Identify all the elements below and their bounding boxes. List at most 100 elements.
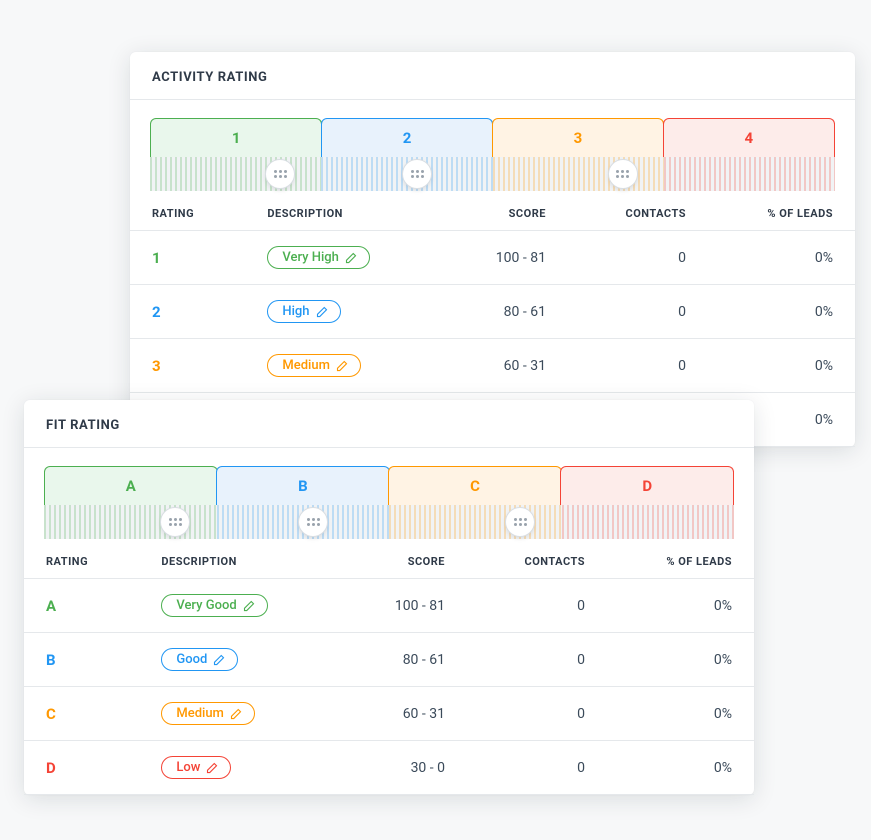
description-pill[interactable]: Very High (267, 246, 370, 269)
fit-tab-b[interactable]: B (216, 466, 390, 505)
rating-value: B (46, 651, 56, 669)
description-label: High (282, 304, 309, 319)
fit-card-title: FIT RATING (24, 400, 754, 448)
contacts-value: 0 (467, 741, 607, 795)
description-pill[interactable]: Very Good (161, 594, 267, 617)
col-rating: RATING (130, 191, 245, 231)
pencil-icon (230, 708, 242, 720)
activity-drag-handle-2[interactable] (402, 159, 432, 189)
score-value: 60 - 31 (341, 687, 467, 741)
table-row: 1 Very High 100 - 81 0 0% (130, 231, 855, 285)
activity-tab-4[interactable]: 4 (663, 118, 835, 157)
description-label: Medium (176, 706, 224, 721)
score-value: 60 - 31 (442, 339, 568, 393)
drag-icon (411, 170, 424, 178)
fit-tab-d[interactable]: D (560, 466, 734, 505)
pct-value: 0% (607, 633, 754, 687)
table-row: D Low 30 - 0 0 0% (24, 741, 754, 795)
activity-drag-handle-3[interactable] (608, 159, 638, 189)
contacts-value: 0 (467, 579, 607, 633)
activity-track-seg-3 (493, 157, 664, 191)
drag-icon (514, 518, 527, 526)
table-row: C Medium 60 - 31 0 0% (24, 687, 754, 741)
fit-rating-card: FIT RATING A B C D RATING DESCRIPTION SC… (24, 400, 754, 795)
activity-range-selector: 1 2 3 4 (130, 100, 855, 191)
score-value: 100 - 81 (341, 579, 467, 633)
score-value: 30 - 0 (341, 741, 467, 795)
activity-track-seg-4 (664, 157, 835, 191)
pencil-icon (345, 252, 357, 264)
description-pill[interactable]: Medium (161, 702, 255, 725)
fit-track-seg-a (44, 505, 217, 539)
col-score: SCORE (341, 539, 467, 579)
fit-drag-handle-1[interactable] (160, 507, 190, 537)
description-pill[interactable]: High (267, 300, 340, 323)
fit-track-seg-d (562, 505, 735, 539)
col-description: DESCRIPTION (139, 539, 340, 579)
activity-range-tabs: 1 2 3 4 (150, 118, 835, 157)
pencil-icon (243, 600, 255, 612)
contacts-value: 0 (467, 633, 607, 687)
pct-value: 0% (607, 687, 754, 741)
drag-icon (616, 170, 629, 178)
activity-tab-2[interactable]: 2 (321, 118, 493, 157)
rating-value: D (46, 759, 56, 777)
description-pill[interactable]: Low (161, 756, 231, 779)
fit-drag-handle-3[interactable] (505, 507, 535, 537)
fit-range-track (44, 505, 734, 539)
pencil-icon (206, 762, 218, 774)
description-label: Very Good (176, 598, 236, 613)
fit-range-tabs: A B C D (44, 466, 734, 505)
description-label: Good (176, 652, 207, 667)
description-label: Medium (282, 358, 330, 373)
table-row: 2 High 80 - 61 0 0% (130, 285, 855, 339)
pencil-icon (336, 360, 348, 372)
score-value: 100 - 81 (442, 231, 568, 285)
activity-rating-card: ACTIVITY RATING 1 2 3 4 RATING DESCRIPTI… (130, 52, 855, 447)
drag-icon (274, 170, 287, 178)
table-row: 3 Medium 60 - 31 0 0% (130, 339, 855, 393)
score-value: 80 - 61 (442, 285, 568, 339)
fit-range-selector: A B C D (24, 448, 754, 539)
col-contacts: CONTACTS (467, 539, 607, 579)
drag-icon (169, 518, 182, 526)
pct-value: 0% (708, 339, 855, 393)
contacts-value: 0 (568, 339, 708, 393)
table-row: B Good 80 - 61 0 0% (24, 633, 754, 687)
pct-value: 0% (607, 741, 754, 795)
pct-value: 0% (607, 579, 754, 633)
fit-drag-handle-2[interactable] (298, 507, 328, 537)
col-contacts: CONTACTS (568, 191, 708, 231)
description-pill[interactable]: Medium (267, 354, 361, 377)
drag-icon (307, 518, 320, 526)
activity-range-track (150, 157, 835, 191)
description-label: Low (176, 760, 200, 775)
fit-tab-c[interactable]: C (388, 466, 562, 505)
score-value: 80 - 61 (341, 633, 467, 687)
contacts-value: 0 (568, 231, 708, 285)
col-score: SCORE (442, 191, 568, 231)
col-rating: RATING (24, 539, 139, 579)
activity-card-title: ACTIVITY RATING (130, 52, 855, 100)
rating-value: A (46, 597, 56, 615)
col-description: DESCRIPTION (245, 191, 441, 231)
col-pct: % OF LEADS (708, 191, 855, 231)
description-label: Very High (282, 250, 339, 265)
activity-track-seg-1 (150, 157, 321, 191)
pct-value: 0% (708, 285, 855, 339)
rating-value: 3 (152, 357, 161, 375)
fit-track-seg-c (389, 505, 562, 539)
activity-drag-handle-1[interactable] (265, 159, 295, 189)
contacts-value: 0 (467, 687, 607, 741)
pencil-icon (316, 306, 328, 318)
rating-value: 2 (152, 303, 161, 321)
rating-value: 1 (152, 249, 161, 267)
activity-tab-1[interactable]: 1 (150, 118, 322, 157)
fit-tab-a[interactable]: A (44, 466, 218, 505)
description-pill[interactable]: Good (161, 648, 238, 671)
pencil-icon (213, 654, 225, 666)
activity-tab-3[interactable]: 3 (492, 118, 664, 157)
table-row: A Very Good 100 - 81 0 0% (24, 579, 754, 633)
rating-value: C (46, 705, 56, 723)
fit-table: RATING DESCRIPTION SCORE CONTACTS % OF L… (24, 539, 754, 795)
